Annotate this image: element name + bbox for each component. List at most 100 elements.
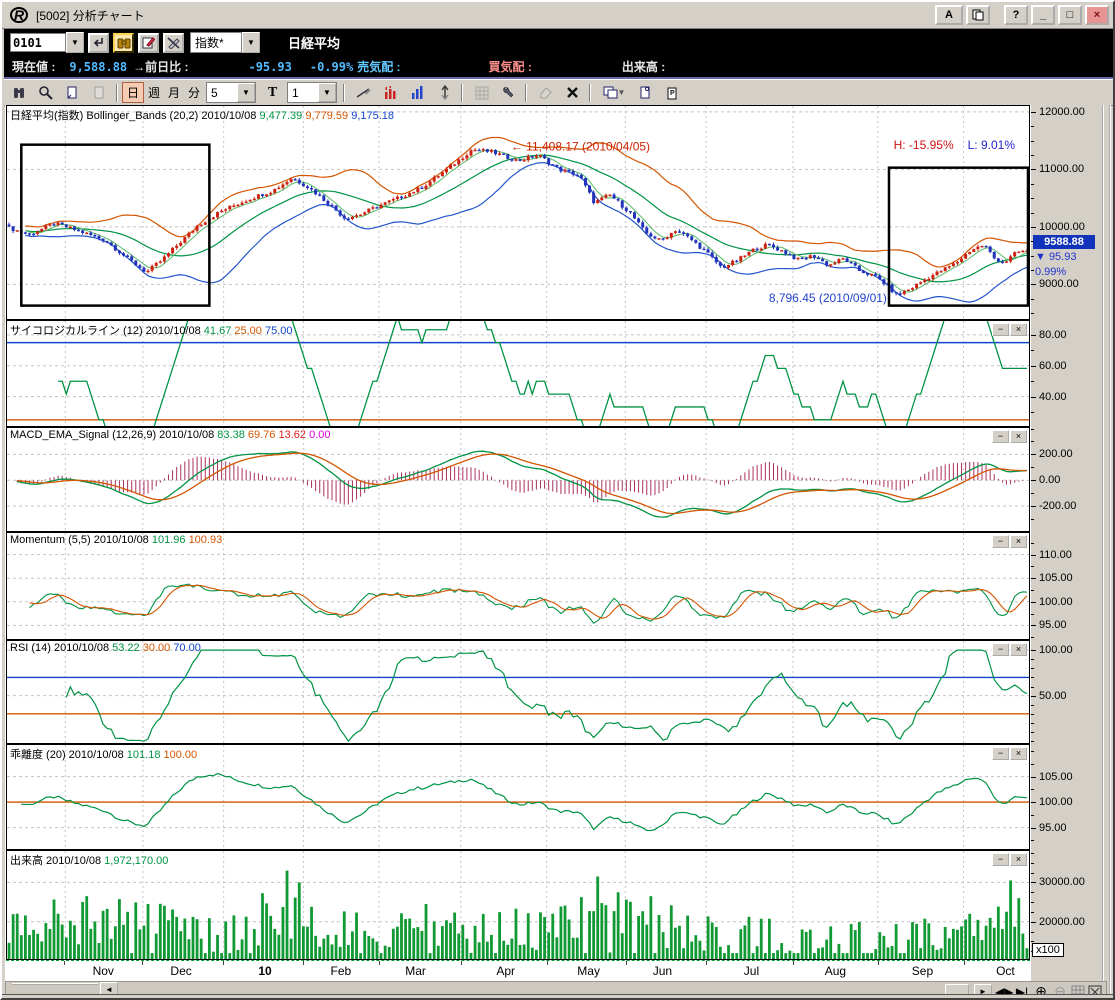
interval-dropdown-button[interactable]: ▼ [237, 83, 255, 102]
panel-close-button[interactable]: × [1010, 430, 1027, 443]
panel-header-mom: Momentum (5,5) 2010/10/08 101.96 100.93 [10, 534, 222, 546]
font-button[interactable]: A [935, 5, 963, 25]
axis-tick-label: 105.00 [1039, 771, 1073, 783]
diff-pct-value: -0.99% [310, 60, 353, 74]
plot-rsi[interactable] [7, 641, 1029, 743]
plot-macd[interactable] [7, 428, 1029, 531]
axis-minor-tick [1031, 912, 1034, 913]
axis-minor-tick [1031, 454, 1034, 455]
period-weekly-button[interactable]: 週 [144, 83, 164, 102]
symbol-type-dropdown-button[interactable]: ▼ [242, 32, 260, 53]
panel-main: ← 11,408.17 (2010/04/05)8,796.45 (2010/0… [6, 105, 1030, 320]
axis-minor-tick [1031, 506, 1034, 507]
layout-windows-button[interactable]: ▼ [597, 81, 631, 104]
memo-button[interactable] [138, 33, 159, 53]
panel-buttons-psych: −× [992, 323, 1027, 336]
axis-minor-tick [1031, 126, 1034, 127]
axis-minor-tick [1031, 659, 1034, 660]
code-dropdown-button[interactable]: ▼ [66, 32, 84, 53]
axis-minor-tick [1031, 555, 1034, 556]
symbol-type-select[interactable]: 指数* [190, 32, 242, 53]
draw-off-button[interactable] [163, 33, 184, 53]
panel-close-button[interactable]: × [1010, 535, 1027, 548]
minimize-button[interactable]: _ [1031, 5, 1055, 25]
t-value-select[interactable]: 1 ▼ [287, 82, 337, 103]
search-button[interactable] [113, 33, 134, 53]
text-tool-button[interactable]: T [260, 81, 285, 104]
copy-button[interactable] [966, 5, 990, 25]
panel-minimize-button[interactable]: − [992, 535, 1009, 548]
panel-minimize-button[interactable]: − [992, 643, 1009, 656]
month-label-10: 10 [258, 964, 271, 978]
settings-tool-button[interactable] [496, 81, 521, 104]
last-price-tag: 9588.88 [1033, 235, 1095, 249]
month-tick [223, 961, 224, 965]
title-bar[interactable]: R [5002] 分析チャート A ? _ □ × [2, 2, 1113, 29]
panel-minimize-button[interactable]: − [992, 853, 1009, 866]
eraser-button[interactable] [533, 81, 558, 104]
price-annotation: ← 11,408.17 (2010/04/05) [511, 139, 650, 153]
pointer-tool-button[interactable] [6, 81, 31, 104]
close-button[interactable]: × [1085, 5, 1109, 25]
grid-tool-button[interactable] [469, 81, 494, 104]
blue-chart-button[interactable] [405, 81, 430, 104]
period-daily-button[interactable]: 日 [122, 82, 144, 103]
month-tick [706, 961, 707, 965]
print-page-button[interactable]: P [660, 81, 685, 104]
panel-close-button[interactable]: × [1010, 853, 1027, 866]
axis-tick-label: 105.00 [1039, 572, 1073, 584]
panel-minimize-button[interactable]: − [992, 430, 1009, 443]
red-chart-button[interactable] [378, 81, 403, 104]
axis-minor-tick [1031, 892, 1034, 893]
panel-close-button[interactable]: × [1010, 747, 1027, 760]
panel-header-rsi: RSI (14) 2010/10/08 53.22 30.00 70.00 [10, 642, 201, 654]
quote-bar: 現在値 : 9,588.88 →前日比 : -95.93 -0.99% 売気配 … [4, 56, 1113, 79]
axis-minor-tick [1031, 335, 1034, 336]
annotation-box [889, 168, 1028, 306]
panel-minimize-button[interactable]: − [992, 323, 1009, 336]
month-label-jul: Jul [744, 964, 759, 978]
panel-buttons-macd: −× [992, 430, 1027, 443]
panel-close-button[interactable]: × [1010, 643, 1027, 656]
scale-arrows-button[interactable] [432, 81, 457, 104]
period-monthly-button[interactable]: 月 [164, 83, 184, 102]
diff-value: -95.93 [248, 60, 291, 74]
axis-minor-tick [1031, 112, 1034, 113]
axis-minor-tick [1031, 381, 1034, 382]
panel-minimize-button[interactable]: − [992, 747, 1009, 760]
plot-mom[interactable] [7, 533, 1029, 639]
last-price-change: ▼ 95.93 [1035, 251, 1076, 263]
help-button[interactable]: ? [1004, 5, 1028, 25]
cascade-windows-icon [603, 86, 618, 99]
new-page-button[interactable] [633, 81, 658, 104]
no-draw-pen-icon [167, 36, 180, 49]
month-label-apr: Apr [496, 964, 515, 978]
plot-main[interactable]: ← 11,408.17 (2010/04/05)8,796.45 (2010/0… [7, 106, 1029, 319]
copy-page-button[interactable] [60, 81, 85, 104]
memo-edit-icon [142, 36, 155, 49]
code-input[interactable] [10, 33, 66, 52]
axis-minor-tick [1031, 840, 1034, 841]
axis-minor-tick [1031, 441, 1034, 442]
panel-rsi: RSI (14) 2010/10/08 53.22 30.00 70.00 −× [6, 640, 1030, 744]
panel-macd: MACD_EMA_Signal (12,26,9) 2010/10/08 83.… [6, 427, 1030, 532]
period-minute-button[interactable]: 分 [184, 83, 204, 102]
interval-select[interactable]: 5 ▼ [206, 82, 256, 103]
copy-icon [972, 9, 984, 21]
axis-minor-tick [1031, 493, 1034, 494]
month-label-jun: Jun [653, 964, 672, 978]
axis-tick-label: 100.00 [1039, 596, 1073, 608]
axis-minor-tick [1031, 256, 1034, 257]
paste-page-button[interactable] [87, 81, 112, 104]
zoom-search-button[interactable] [33, 81, 58, 104]
enter-button[interactable] [88, 33, 109, 53]
t-dropdown-button[interactable]: ▼ [318, 83, 336, 102]
last-price-percent: 0.99% [1035, 266, 1066, 278]
maximize-button[interactable]: □ [1058, 5, 1082, 25]
trendline-tool-button[interactable] [351, 81, 376, 104]
volume-unit-label: x100 [1032, 943, 1064, 957]
axis-tick-label: 100.00 [1039, 796, 1073, 808]
delete-all-button[interactable] [560, 81, 585, 104]
panel-close-button[interactable]: × [1010, 323, 1027, 336]
month-label-nov: Nov [93, 964, 114, 978]
